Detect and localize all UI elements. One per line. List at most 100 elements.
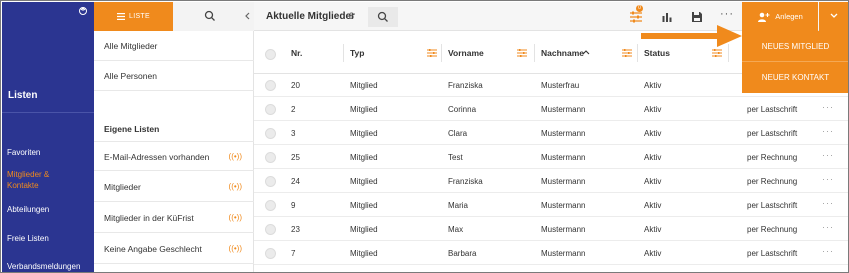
cell-nr: 7: [291, 249, 296, 258]
cell-nachname: Mustermann: [541, 201, 586, 210]
search-button[interactable]: [368, 7, 398, 27]
cell-typ: Mitglied: [350, 81, 378, 90]
list-item-alle-mitglieder[interactable]: Alle Mitglieder: [94, 31, 254, 61]
table-row[interactable]: 25 Mitglied Test Mustermann Aktiv per Rechnun…: [254, 146, 848, 169]
cell-zahlung: per Rechnung: [747, 177, 798, 186]
select-all-checkbox[interactable]: [265, 49, 276, 60]
cell-zahlung: per Lastschrift: [747, 201, 798, 210]
column-divider: [637, 44, 638, 62]
row-more-icon[interactable]: ···: [822, 126, 834, 136]
table-row[interactable]: 3 Mitglied Clara Mustermann Aktiv per Lastsch…: [254, 122, 848, 145]
anlegen-button[interactable]: Anlegen: [742, 2, 818, 31]
list-item-email[interactable]: E-Mail-Adressen vorhanden ((•)): [94, 141, 254, 171]
table-row[interactable]: 7 Mitglied Barbara Mustermann Aktiv per Lasts…: [254, 242, 848, 265]
cell-nr: 3: [291, 129, 296, 138]
row-checkbox[interactable]: [265, 152, 276, 163]
cell-vorname: Max: [448, 225, 464, 234]
anlegen-dropdown-toggle[interactable]: [819, 2, 848, 31]
liste-button[interactable]: LISTE: [94, 2, 173, 31]
column-filter-icon[interactable]: [427, 48, 437, 58]
nav-item-verbandsmeldungen[interactable]: Verbandsmeldungen: [7, 261, 80, 272]
menu-item-neues-mitglied[interactable]: NEUES MITGLIED: [742, 42, 848, 51]
cell-typ: Mitglied: [350, 129, 378, 138]
cell-zahlung: per Rechnung: [747, 225, 798, 234]
broadcast-icon: ((•)): [228, 244, 242, 253]
cell-status: Aktiv: [644, 201, 662, 210]
nav-item-favoriten[interactable]: Favoriten: [7, 147, 40, 158]
anlegen-dropdown-menu: NEUES MITGLIED NEUER KONTAKT: [742, 31, 848, 93]
search-icon[interactable]: [204, 10, 216, 22]
column-status[interactable]: Status: [644, 48, 670, 58]
cell-nachname: Mustermann: [541, 129, 586, 138]
column-filter-icon[interactable]: [622, 48, 632, 58]
cell-nr: 24: [291, 177, 300, 186]
cell-status: Aktiv: [644, 153, 662, 162]
nav-item-freie-listen[interactable]: Freie Listen: [7, 233, 49, 244]
row-more-icon[interactable]: ···: [822, 198, 834, 208]
cell-status: Aktiv: [644, 225, 662, 234]
cell-zahlung: per Lastschrift: [747, 105, 798, 114]
sort-asc-icon[interactable]: [582, 49, 590, 56]
cell-nr: 23: [291, 225, 300, 234]
cell-typ: Mitglied: [350, 105, 378, 114]
list-item-label: E-Mail-Adressen vorhanden: [104, 152, 210, 162]
cell-vorname: Barbara: [448, 249, 477, 258]
row-more-icon[interactable]: ···: [822, 222, 834, 232]
list-item-kuefrist[interactable]: Mitglieder in der KüFrist ((•)): [94, 203, 254, 233]
add-user-icon: [758, 12, 770, 22]
side-nav: Listen Favoriten Mitglieder & Kontakte A…: [2, 2, 94, 272]
row-more-icon[interactable]: ···: [822, 102, 834, 112]
list-item-label: Mitglieder: [104, 182, 141, 192]
row-checkbox[interactable]: [265, 248, 276, 259]
list-panel: LISTE Alle Mitglieder Alle Personen Eige…: [94, 2, 254, 272]
column-nr[interactable]: Nr.: [291, 48, 302, 58]
cell-status: Aktiv: [644, 177, 662, 186]
collapse-icon[interactable]: [78, 6, 88, 16]
column-typ[interactable]: Typ: [350, 48, 364, 58]
column-filter-icon[interactable]: [517, 48, 527, 58]
table-row[interactable]: 2 Mitglied Corinna Mustermann Aktiv per Lasts…: [254, 98, 848, 121]
list-item-label: Keine Angabe Geschlecht: [104, 244, 202, 254]
row-more-icon[interactable]: ···: [822, 150, 834, 160]
broadcast-icon: ((•)): [228, 152, 242, 161]
list-item-alle-personen[interactable]: Alle Personen: [94, 61, 254, 91]
table-row[interactable]: 24 Mitglied Franziska Mustermann Aktiv per Re…: [254, 170, 848, 193]
row-checkbox[interactable]: [265, 104, 276, 115]
row-checkbox[interactable]: [265, 200, 276, 211]
table-row[interactable]: 23 Mitglied Max Mustermann Aktiv per Rechnung…: [254, 218, 848, 241]
table-row[interactable]: 9 Mitglied Maria Mustermann Aktiv per Lastsch…: [254, 194, 848, 217]
row-checkbox[interactable]: [265, 80, 276, 91]
filter-settings-icon[interactable]: [629, 10, 643, 24]
nav-item-mitglieder-kontakte[interactable]: Mitglieder & Kontakte: [7, 169, 77, 191]
cell-typ: Mitglied: [350, 177, 378, 186]
nav-title: Listen: [8, 90, 38, 101]
save-icon[interactable]: [690, 10, 704, 24]
cell-nr: 20: [291, 81, 300, 90]
row-more-icon[interactable]: ···: [822, 174, 834, 184]
list-item-keine-angabe[interactable]: Keine Angabe Geschlecht ((•)): [94, 234, 254, 264]
arrow-pointer-icon: [641, 25, 742, 47]
more-icon[interactable]: ···: [720, 8, 734, 22]
list-item-label: Alle Mitglieder: [104, 41, 158, 51]
cell-vorname: Franziska: [448, 81, 483, 90]
bar-chart-icon[interactable]: [660, 10, 674, 24]
cell-nachname: Mustermann: [541, 225, 586, 234]
row-checkbox[interactable]: [265, 176, 276, 187]
list-item-mitglieder[interactable]: Mitglieder ((•)): [94, 172, 254, 202]
cell-typ: Mitglied: [350, 249, 378, 258]
cell-nachname: Mustermann: [541, 105, 586, 114]
cell-nachname: Musterfrau: [541, 81, 580, 90]
cell-vorname: Test: [448, 153, 463, 162]
row-checkbox[interactable]: [265, 128, 276, 139]
column-nachname[interactable]: Nachname: [541, 48, 584, 58]
row-more-icon[interactable]: ···: [822, 246, 834, 256]
chevron-left-icon[interactable]: [242, 10, 254, 22]
row-checkbox[interactable]: [265, 224, 276, 235]
nav-item-abteilungen[interactable]: Abteilungen: [7, 204, 49, 215]
column-divider: [343, 44, 344, 62]
column-filter-icon[interactable]: [712, 48, 722, 58]
menu-item-neuer-kontakt[interactable]: NEUER KONTAKT: [742, 73, 848, 82]
column-vorname[interactable]: Vorname: [448, 48, 484, 58]
cell-vorname: Clara: [448, 129, 468, 138]
cell-status: Aktiv: [644, 105, 662, 114]
